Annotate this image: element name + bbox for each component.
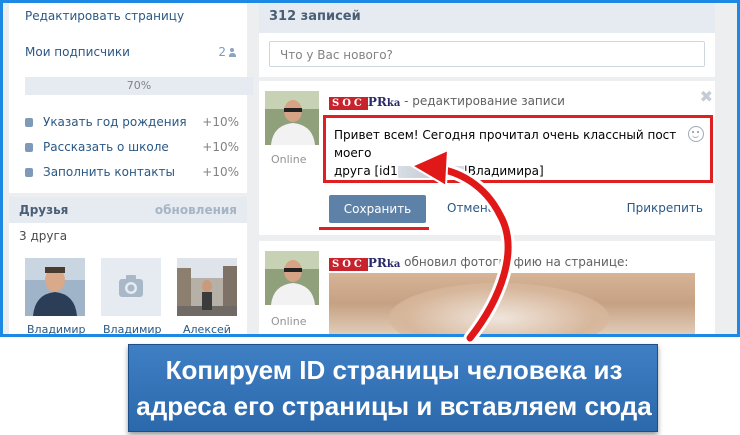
task-label: Указать год рождения	[43, 115, 187, 129]
author-avatar[interactable]	[265, 251, 319, 305]
friend-avatar[interactable]	[101, 258, 161, 316]
people-icon	[229, 48, 239, 57]
friends-updates-link[interactable]: обновления	[155, 203, 237, 217]
save-button[interactable]: Сохранить	[329, 195, 426, 223]
banner-line1: Копируем ID страницы человека из	[165, 355, 623, 385]
cancel-link[interactable]: Отмена	[447, 201, 495, 215]
wall-post-editing: Online SOC PRka - редактирование записи ✖…	[259, 81, 715, 235]
task-school[interactable]: Рассказать о школе +10%	[25, 140, 239, 156]
post-heading: SOC PRka - редактирование записи	[329, 90, 565, 110]
friend-name[interactable]: Алексей	[183, 323, 231, 334]
author-avatar[interactable]	[265, 91, 319, 145]
post-subtitle: обновил фотографию на странице:	[400, 255, 629, 269]
progress-text: 70%	[126, 79, 152, 92]
task-contacts[interactable]: Заполнить контакты +10%	[25, 165, 239, 181]
profile-menu-box: Редактировать страницу Мои подписчики 2 …	[9, 3, 253, 193]
calendar-icon	[25, 118, 33, 127]
phone-icon	[25, 168, 33, 177]
socprka-logo[interactable]: SOC PRka	[329, 252, 400, 271]
subscribers-count: 2	[218, 45, 226, 59]
banner-line2: адреса его страницы и вставляем сюда	[136, 391, 652, 421]
friends-header: Друзья обновления	[9, 197, 247, 223]
friend-name[interactable]: Владимир	[27, 323, 86, 334]
save-underline-highlight	[319, 227, 429, 230]
close-icon[interactable]: ✖	[700, 87, 713, 106]
left-sidebar: Редактировать страницу Мои подписчики 2 …	[9, 3, 253, 334]
smiley-icon[interactable]	[688, 126, 704, 142]
friends-box: Друзья обновления 3 друга Владимир Влади…	[9, 197, 247, 334]
records-count: 312 записей	[269, 9, 361, 24]
online-status: Online	[271, 315, 307, 328]
friend-name[interactable]: Владимир	[103, 323, 162, 334]
new-post-box: Что у Вас нового?	[259, 33, 715, 77]
school-bag-icon	[25, 143, 33, 152]
post-heading: SOC PRka обновил фотографию на странице:	[329, 251, 628, 271]
task-birth-year[interactable]: Указать год рождения +10%	[25, 115, 239, 131]
camera-icon	[119, 275, 143, 297]
friends-title[interactable]: Друзья	[19, 203, 68, 217]
subscribers-label: Мои подписчики	[25, 45, 130, 59]
post-edit-text: Привет всем! Сегодня прочитал очень клас…	[334, 126, 684, 180]
edit-page-link[interactable]: Редактировать страницу	[25, 9, 184, 23]
profile-progress-bar: 70%	[25, 77, 253, 95]
task-label: Рассказать о школе	[43, 140, 169, 154]
subscribers-count-wrap: 2	[218, 45, 239, 59]
new-post-input[interactable]: Что у Вас нового?	[269, 41, 705, 67]
friend-avatar[interactable]	[25, 258, 85, 316]
socprka-logo[interactable]: SOC PRka	[329, 91, 400, 110]
wall-header: 312 записей	[259, 3, 715, 33]
instruction-banner: Копируем ID страницы человека из адреса …	[128, 344, 658, 432]
post-text-line2-start: друга [id1	[334, 164, 398, 178]
friend-avatar[interactable]	[177, 258, 237, 316]
attach-link[interactable]: Прикрепить	[627, 201, 703, 215]
task-value: +10%	[202, 165, 239, 179]
task-value: +10%	[202, 115, 239, 129]
vk-page-screenshot: Редактировать страницу Мои подписчики 2 …	[0, 0, 740, 337]
post-edit-textarea[interactable]: Привет всем! Сегодня прочитал очень клас…	[323, 115, 713, 183]
task-label: Заполнить контакты	[43, 165, 175, 179]
wall-column: 312 записей Что у Вас нового? Online SOC…	[259, 3, 715, 334]
post-text-line1: Привет всем! Сегодня прочитал очень клас…	[334, 128, 677, 160]
post-text-line2-end: |Владимира]	[463, 164, 544, 178]
post-photo[interactable]	[329, 273, 695, 334]
friends-count: 3 друга	[19, 229, 68, 243]
blurred-id	[397, 165, 464, 178]
online-status: Online	[271, 153, 307, 166]
post-subtitle: - редактирование записи	[400, 94, 565, 108]
subscribers-link[interactable]: Мои подписчики 2	[25, 45, 239, 61]
wall-post-photo-update: Online SOC PRka обновил фотографию на стр…	[259, 241, 715, 334]
task-value: +10%	[202, 140, 239, 154]
